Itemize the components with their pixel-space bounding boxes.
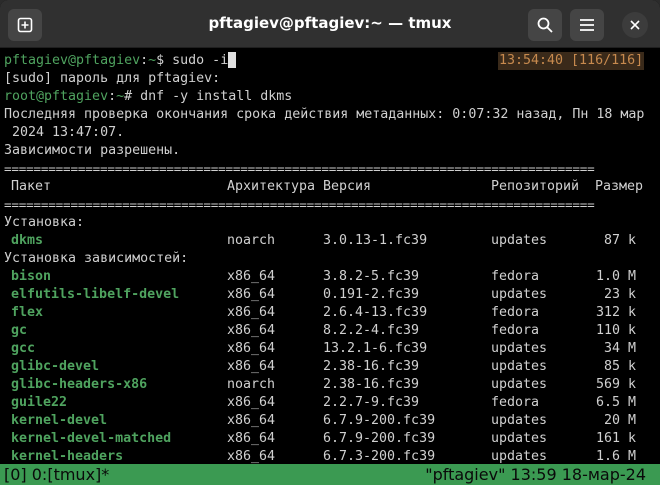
- prompt-path: ~: [116, 89, 125, 104]
- package-name: glibc-devel: [11, 359, 100, 374]
- package-repo: fedora: [491, 395, 540, 410]
- package-arch: x86_64: [227, 341, 276, 356]
- column-header-version: Версия: [323, 179, 372, 194]
- package-arch: x86_64: [227, 305, 276, 320]
- package-name: guile22: [11, 395, 68, 410]
- package-version: 8.2.2-4.fc39: [323, 323, 420, 338]
- section-dependencies: Установка зависимостей:: [4, 251, 189, 266]
- package-size: 312 k: [595, 305, 636, 320]
- package-repo: updates: [491, 431, 548, 446]
- package-name: gc: [11, 323, 28, 338]
- metadata-line: Последняя проверка окончания срока дейст…: [4, 107, 645, 122]
- package-name: flex: [11, 305, 44, 320]
- package-name: kernel-devel-matched: [11, 431, 172, 446]
- deps-resolved-line: Зависимости разрешены.: [4, 143, 181, 158]
- package-repo: fedora: [491, 305, 540, 320]
- package-size: 20 M: [603, 413, 636, 428]
- terminal-output[interactable]: pftagiev@pftagiev:~$ sudo -i 13:54:40 [1…: [0, 48, 660, 485]
- package-repo: updates: [491, 359, 548, 374]
- tmux-clock: 13:54:40 [116/116]: [498, 52, 644, 70]
- column-header-repo: Репозиторий: [491, 179, 580, 194]
- package-size: 161 k: [595, 431, 636, 446]
- package-name: dkms: [11, 233, 44, 248]
- package-arch: x86_64: [227, 323, 276, 338]
- prompt-line-user: pftagiev@pftagiev:~$ sudo -i: [4, 52, 237, 70]
- package-name: gcc: [11, 341, 36, 356]
- package-arch: x86_64: [227, 413, 276, 428]
- prompt-separator: :: [140, 53, 149, 68]
- close-icon: [630, 20, 640, 30]
- package-name: elfutils-libelf-devel: [11, 287, 180, 302]
- search-icon: [537, 17, 553, 33]
- text-cursor: [228, 52, 237, 68]
- hamburger-menu-icon: [580, 19, 594, 31]
- separator-line: ========================================…: [4, 161, 595, 176]
- package-version: 13.2.1-6.fc39: [323, 341, 428, 356]
- package-repo: fedora: [491, 323, 540, 338]
- package-version: 3.0.13-1.fc39: [323, 233, 428, 248]
- package-repo: updates: [491, 413, 548, 428]
- separator-line: ========================================…: [4, 197, 595, 212]
- tmux-status-right: "pftagiev" 13:59 18-мар-24: [425, 465, 646, 484]
- prompt-line-root: root@pftagiev:~# dnf -y install dkms: [4, 88, 292, 106]
- package-version: 3.8.2-5.fc39: [323, 269, 420, 284]
- package-version: 2.38-16.fc39: [323, 377, 420, 392]
- package-arch: x86_64: [227, 395, 276, 410]
- package-arch: x86_64: [227, 269, 276, 284]
- package-name: bison: [11, 269, 52, 284]
- package-version: 2.6.4-13.fc39: [323, 305, 428, 320]
- scrollbar[interactable]: [652, 48, 658, 460]
- tmux-status-bar: [0] 0:[tmux]* "pftagiev" 13:59 18-мар-24: [0, 464, 660, 485]
- package-repo: updates: [491, 233, 548, 248]
- column-header-size: Размер: [595, 179, 644, 194]
- titlebar: pftagiev@pftagiev:~ — tmux: [0, 0, 660, 48]
- package-repo: updates: [491, 341, 548, 356]
- package-size: 23 k: [603, 287, 636, 302]
- package-size: 110 k: [595, 323, 636, 338]
- sudo-password-line: [sudo] пароль для pftagiev:: [4, 71, 221, 86]
- package-version: 2.2.7-9.fc39: [323, 395, 420, 410]
- package-arch: x86_64: [227, 287, 276, 302]
- package-version: 6.7.9-200.fc39: [323, 431, 436, 446]
- package-size: 85 k: [603, 359, 636, 374]
- package-size: 34 M: [603, 341, 636, 356]
- package-size: 87 k: [603, 233, 636, 248]
- package-version: 2.38-16.fc39: [323, 359, 420, 374]
- package-arch: noarch: [227, 377, 276, 392]
- menu-button[interactable]: [570, 9, 604, 41]
- prompt-path: ~: [148, 53, 157, 68]
- package-name: kernel-devel: [11, 413, 108, 428]
- prompt-user: root@pftagiev: [4, 89, 109, 104]
- package-name: glibc-headers-x86: [11, 377, 148, 392]
- terminal-window: pftagiev@pftagiev:~ — tmux pftagiev@pfta…: [0, 0, 660, 485]
- package-repo: fedora: [491, 269, 540, 284]
- package-repo: updates: [491, 377, 548, 392]
- prompt-command: dnf -y install dkms: [140, 89, 293, 104]
- package-size: 569 k: [595, 377, 636, 392]
- column-header-arch: Архитектура: [227, 179, 316, 194]
- prompt-symbol: #: [124, 89, 133, 104]
- column-header-package: Пакет: [11, 179, 52, 194]
- package-arch: x86_64: [227, 431, 276, 446]
- prompt-user: pftagiev@pftagiev: [4, 53, 141, 68]
- prompt-command: sudo -i: [172, 53, 229, 68]
- prompt-symbol: $: [156, 53, 165, 68]
- close-button[interactable]: [622, 12, 648, 38]
- package-size: 6.5 M: [595, 395, 636, 410]
- metadata-line: 2024 13:47:07.: [4, 125, 125, 140]
- tmux-window-list[interactable]: [0] 0:[tmux]*: [4, 464, 109, 485]
- package-arch: noarch: [227, 233, 276, 248]
- package-repo: updates: [491, 287, 548, 302]
- package-version: 0.191-2.fc39: [323, 287, 420, 302]
- section-install: Установка:: [4, 215, 85, 230]
- prompt-separator: :: [108, 89, 117, 104]
- package-arch: x86_64: [227, 359, 276, 374]
- search-button[interactable]: [528, 9, 562, 41]
- package-version: 6.7.9-200.fc39: [323, 413, 436, 428]
- package-size: 1.0 M: [595, 269, 636, 284]
